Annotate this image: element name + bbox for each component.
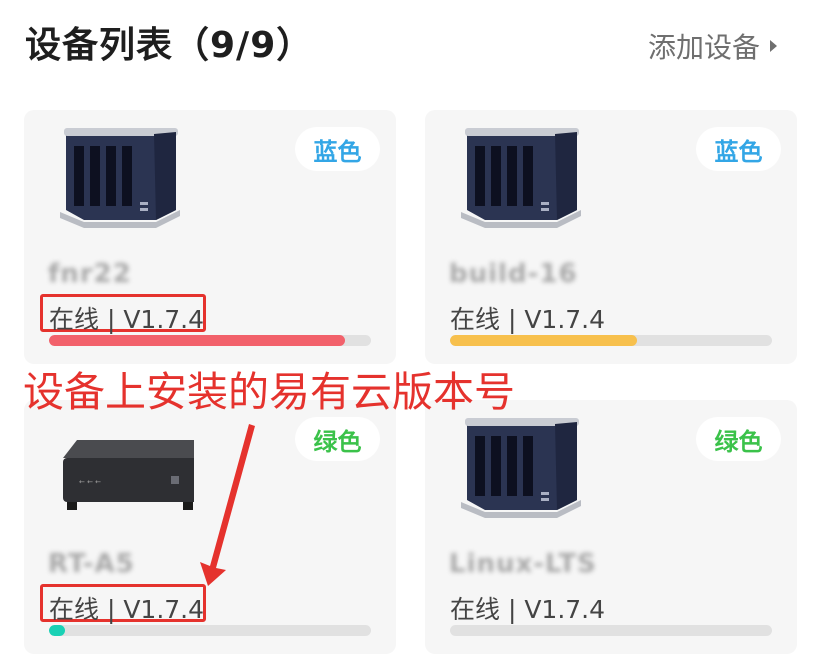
usage-bar <box>450 625 772 636</box>
device-name: build-16 <box>449 259 578 289</box>
device-name: Linux-LTS <box>449 549 597 579</box>
color-tag-badge: 绿色 <box>295 417 380 461</box>
nas-server-icon <box>60 128 180 228</box>
usage-bar <box>450 335 772 346</box>
color-tag-badge: 蓝色 <box>295 127 380 171</box>
device-card[interactable]: ← ← ← 绿色 RT-A5 在线 | V1.7.4 <box>24 400 396 654</box>
add-device-label: 添加设备 <box>647 31 760 64</box>
svg-text:← ← ←: ← ← ← <box>79 478 101 486</box>
device-status: 在线 | V1.7.4 <box>49 595 205 624</box>
header: 设备列表（9/9） 添加设备 <box>0 0 819 95</box>
device-status: 在线 | V1.7.4 <box>49 305 205 334</box>
color-tag-badge: 蓝色 <box>696 127 781 171</box>
usage-bar-fill <box>49 335 346 346</box>
nas-server-icon <box>461 128 581 228</box>
usage-bar <box>49 335 371 346</box>
usage-bar-fill <box>450 335 637 346</box>
usage-bar-fill <box>49 625 66 636</box>
device-name: fnr22 <box>48 259 132 289</box>
device-name: RT-A5 <box>48 549 135 579</box>
device-status: 在线 | V1.7.4 <box>450 305 606 334</box>
device-status: 在线 | V1.7.4 <box>450 595 606 624</box>
device-card[interactable]: 绿色 Linux-LTS 在线 | V1.7.4 <box>425 400 797 654</box>
nas-server-icon <box>461 418 581 518</box>
router-box-icon: ← ← ← <box>63 440 194 510</box>
device-card[interactable]: 蓝色 fnr22 在线 | V1.7.4 <box>24 110 396 364</box>
add-device-button[interactable]: 添加设备 <box>648 26 777 66</box>
color-tag-badge: 绿色 <box>696 417 781 461</box>
usage-bar <box>49 625 371 636</box>
chevron-right-icon <box>770 40 777 52</box>
page-title: 设备列表（9/9） <box>25 25 314 66</box>
device-card[interactable]: 蓝色 build-16 在线 | V1.7.4 <box>425 110 797 364</box>
annotation-text: 设备上安装的易有云版本号 <box>23 368 515 416</box>
